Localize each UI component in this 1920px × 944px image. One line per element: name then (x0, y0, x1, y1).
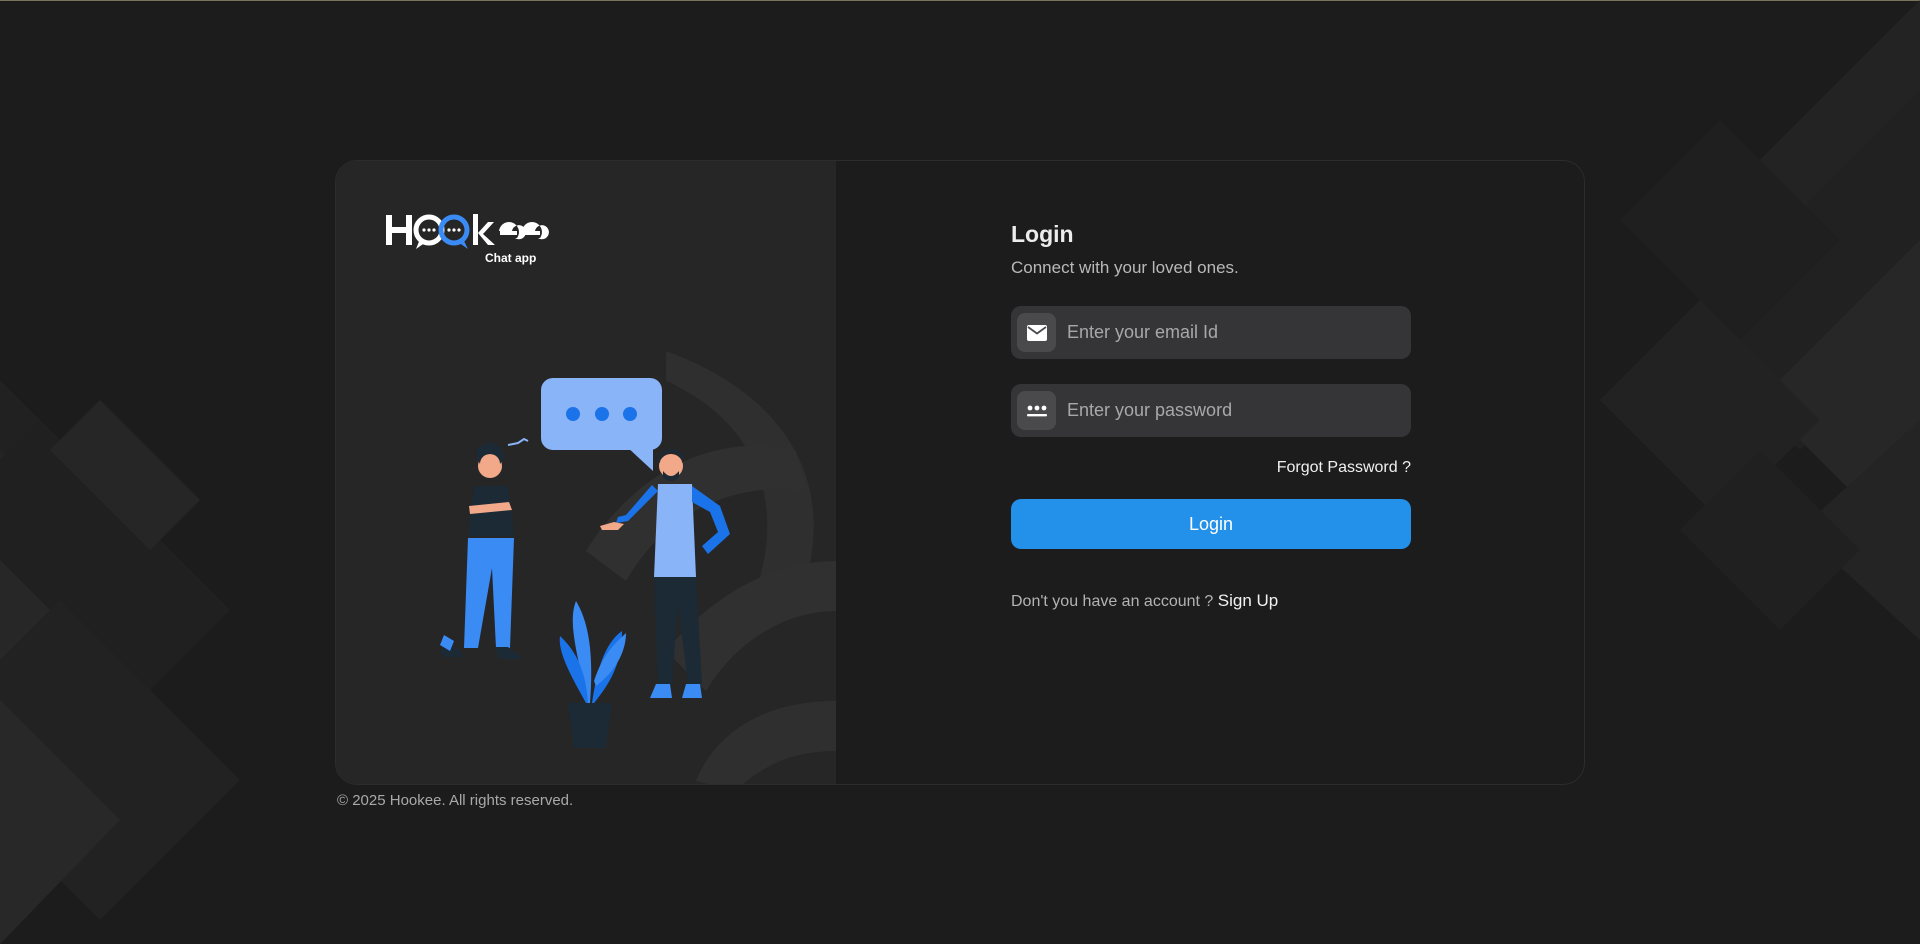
signup-row: Don't you have an account ? Sign Up (1011, 591, 1411, 611)
hookee-logo: Chat app (386, 214, 549, 265)
password-dots-icon (1017, 391, 1056, 430)
illustration-panel: Chat app (336, 161, 836, 784)
login-title: Login (1011, 221, 1074, 247)
envelope-icon (1017, 313, 1056, 352)
email-input[interactable] (1067, 306, 1403, 359)
footer-copyright: © 2025 Hookee. All rights reserved. (337, 792, 574, 809)
login-card: Chat app Login Connect with your loved o… (335, 160, 1585, 785)
login-form: Login Connect with your loved ones. Ente… (1011, 219, 1411, 611)
forgot-password-row: Forgot Password ? (1011, 459, 1411, 479)
forgot-password-link[interactable]: Forgot Password ? (1277, 459, 1411, 476)
password-field (1011, 384, 1411, 437)
login-subtitle: Connect with your loved ones. (1011, 258, 1239, 277)
top-border (0, 0, 1920, 1)
signup-link[interactable]: Sign Up (1218, 591, 1278, 610)
email-field (1011, 306, 1411, 359)
signup-prompt: Don't you have an account ? (1011, 593, 1214, 610)
logo-subtitle: Chat app (485, 251, 536, 265)
password-input[interactable] (1067, 384, 1403, 437)
login-button[interactable]: Login (1011, 499, 1411, 549)
login-page: Chat app Login Connect with your loved o… (0, 0, 1920, 944)
chat-illustration (440, 351, 836, 784)
